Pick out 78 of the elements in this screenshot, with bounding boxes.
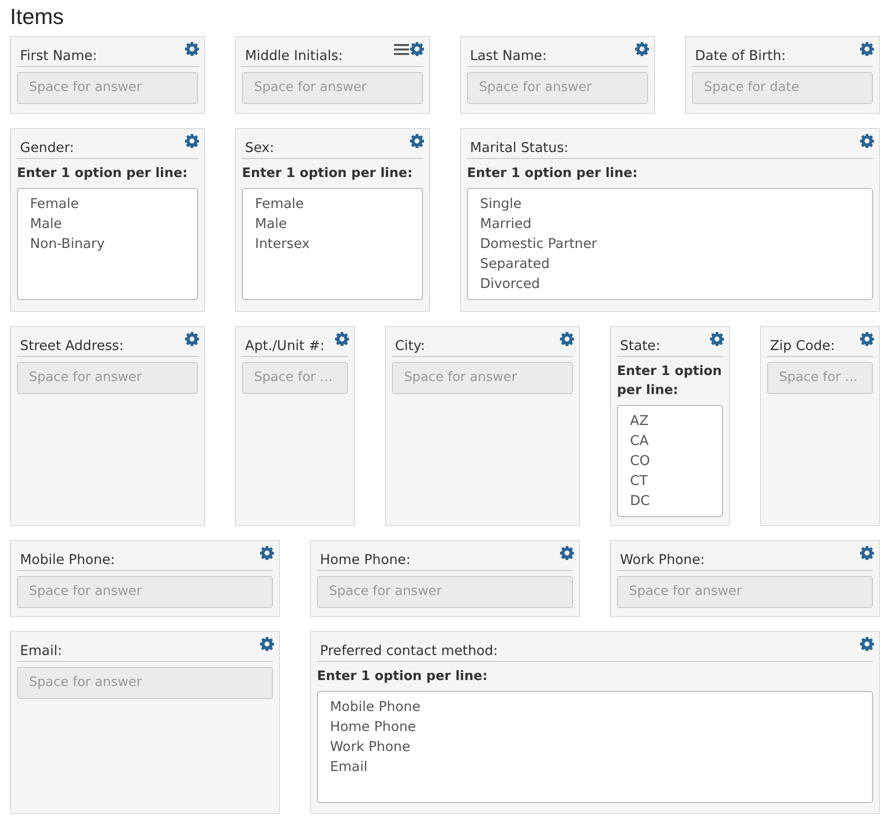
option-text: AZ (630, 412, 650, 431)
answer-field[interactable]: Space for answer (17, 576, 273, 608)
settings-icon[interactable] (860, 637, 874, 651)
item-label: Marital Status: (467, 137, 873, 159)
option-text: Single (480, 195, 523, 214)
option-text: Mobile Phone (330, 698, 422, 717)
item-label: Sex: (242, 137, 423, 159)
item-label: Mobile Phone: (17, 549, 273, 571)
options-field[interactable]: Female Male Intersex (242, 188, 423, 300)
instruction-text: Enter 1 option per line: (617, 363, 723, 400)
option-text: Male (30, 215, 63, 234)
item-label: State: (617, 335, 723, 357)
options-field[interactable]: Single Married Domestic Partner Separated Divorced (467, 188, 873, 300)
option-text: Divorced (480, 275, 541, 294)
item-label: Work Phone: (617, 549, 873, 571)
option-text: CO (630, 452, 652, 471)
settings-icon[interactable] (860, 134, 874, 148)
answer-field[interactable]: Space for answer (467, 72, 648, 104)
settings-icon[interactable] (860, 42, 874, 56)
settings-icon[interactable] (635, 42, 649, 56)
item-label: Last Name: (467, 45, 648, 67)
item-label: Date of Birth: (692, 45, 873, 67)
item-label: City: (392, 335, 573, 357)
instruction-text: Enter 1 option per line: (242, 165, 414, 183)
settings-icon[interactable] (260, 546, 274, 560)
answer-field[interactable]: Space for date (692, 72, 873, 104)
option-text: Email (330, 758, 368, 777)
option-text: CT (630, 472, 649, 491)
option-text: DC (630, 492, 651, 511)
settings-icon[interactable] (185, 332, 199, 346)
option-text: Home Phone (330, 718, 417, 737)
settings-icon[interactable] (410, 134, 424, 148)
answer-field[interactable]: Space for answer (242, 72, 423, 104)
option-text: Domestic Partner (480, 235, 598, 254)
option-text: Female (30, 195, 80, 214)
answer-field[interactable]: Space for answer (17, 667, 273, 699)
item-label: Home Phone: (317, 549, 573, 571)
item-label: Gender: (17, 137, 198, 159)
option-text: Intersex (255, 235, 311, 254)
settings-icon[interactable] (260, 637, 274, 651)
menu-icon[interactable] (394, 42, 409, 56)
instruction-text: Enter 1 option per line: (17, 165, 189, 183)
answer-field[interactable]: Space for answer (317, 576, 573, 608)
answer-field[interactable]: Space for answer (617, 576, 873, 608)
answer-field[interactable]: Space for answer (392, 362, 573, 394)
option-text: Work Phone (330, 738, 412, 757)
answer-field[interactable]: Space for … (767, 362, 873, 394)
option-text: CA (630, 432, 650, 451)
item-label: Preferred contact method: (317, 640, 873, 662)
options-field[interactable]: AZ CA CO CT DC (617, 405, 723, 517)
item-label: Street Address: (17, 335, 198, 357)
item-label: First Name: (17, 45, 198, 67)
options-field[interactable]: Female Male Non-Binary (17, 188, 198, 300)
settings-icon[interactable] (860, 546, 874, 560)
answer-field[interactable]: Space for … (242, 362, 348, 394)
settings-icon[interactable] (560, 546, 574, 560)
answer-field[interactable]: Space for answer (17, 72, 198, 104)
option-text: Male (255, 215, 288, 234)
options-field[interactable]: Mobile Phone Home Phone Work Phone Email (317, 691, 873, 803)
answer-field[interactable]: Space for answer (17, 362, 198, 394)
settings-icon[interactable] (335, 332, 349, 346)
page-title: Items (10, 4, 65, 30)
option-text: Non-Binary (30, 235, 106, 254)
settings-icon[interactable] (185, 134, 199, 148)
item-label: Apt./Unit #: (242, 335, 348, 357)
option-text: Female (255, 195, 305, 214)
option-text: Separated (480, 255, 551, 274)
instruction-text: Enter 1 option per line: (317, 668, 489, 686)
item-label: Zip Code: (767, 335, 873, 357)
item-label: Middle Initials: (242, 45, 423, 67)
settings-icon[interactable] (860, 332, 874, 346)
settings-icon[interactable] (710, 332, 724, 346)
settings-icon[interactable] (185, 42, 199, 56)
settings-icon[interactable] (560, 332, 574, 346)
instruction-text: Enter 1 option per line: (467, 165, 639, 183)
option-text: Married (480, 215, 532, 234)
settings-icon[interactable] (410, 42, 424, 56)
item-label: Email: (17, 640, 273, 662)
